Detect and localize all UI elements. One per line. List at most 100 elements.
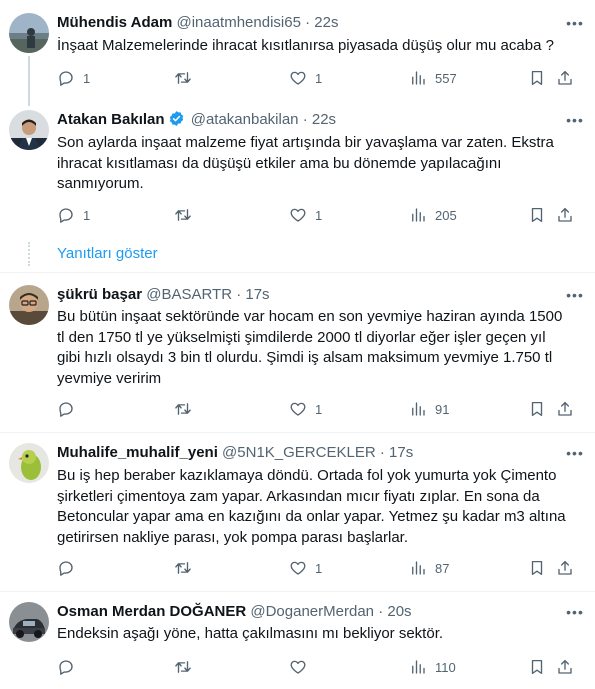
tweet-header: Atakan Bakılan @atakanbakilan · 22s — [57, 110, 581, 130]
share-button[interactable] — [556, 558, 574, 578]
views-count: 91 — [435, 401, 450, 417]
share-icon — [558, 560, 572, 575]
reply-button[interactable]: 1 — [57, 68, 90, 88]
bookmark-button[interactable] — [528, 657, 546, 677]
tweet[interactable]: Atakan Bakılan @atakanbakilan · 22s ••• … — [0, 98, 595, 238]
author-name[interactable]: Osman Merdan DOĞANER — [57, 603, 246, 620]
avatar[interactable] — [9, 110, 49, 150]
more-options-icon[interactable]: ••• — [565, 443, 585, 463]
tweet-actions: 1 87 — [57, 558, 577, 578]
views-button[interactable]: 91 — [409, 399, 449, 419]
reply-button[interactable]: 1 — [57, 205, 90, 225]
retweet-button[interactable] — [174, 205, 200, 225]
separator-dot: · — [302, 111, 308, 128]
bookmark-button[interactable] — [528, 205, 546, 225]
share-icon — [558, 70, 572, 85]
author-handle[interactable]: @inaatmhendisi65 — [176, 14, 300, 31]
like-button[interactable]: 1 — [289, 205, 322, 225]
bookmark-icon — [531, 659, 543, 675]
avatar[interactable] — [9, 13, 49, 53]
views-count: 87 — [435, 560, 450, 576]
separator-dot: · — [236, 286, 242, 303]
tweet[interactable]: Muhalife_muhalif_yeni @5N1K_GERCEKLER · … — [0, 433, 595, 591]
tweet-header: Osman Merdan DOĞANER @DoganerMerdan · 20… — [57, 602, 581, 622]
bookmark-button[interactable] — [528, 558, 546, 578]
timestamp[interactable]: 22s — [314, 14, 338, 31]
tweet-actions: 1 1 557 — [57, 68, 577, 88]
like-count: 1 — [315, 401, 323, 417]
author-name[interactable]: Atakan Bakılan — [57, 111, 165, 128]
bookmark-icon — [531, 70, 543, 86]
retweet-icon — [175, 72, 191, 84]
tweet-text: Son aylarda inşaat malzeme fiyat artışın… — [57, 134, 554, 192]
reply-icon — [59, 208, 73, 223]
tweet-header: şükrü başar @BASARTR · 17s — [57, 285, 581, 305]
tweet-text: İnşaat Malzemelerinde ihracat kısıtlanır… — [57, 37, 554, 54]
views-button[interactable]: 87 — [409, 558, 449, 578]
retweet-button[interactable] — [174, 399, 200, 419]
reply-button[interactable] — [57, 657, 83, 677]
avatar[interactable] — [9, 285, 49, 325]
share-button[interactable] — [556, 205, 574, 225]
thread-dotted-connector — [28, 242, 30, 266]
share-icon — [558, 401, 572, 416]
more-options-icon[interactable]: ••• — [565, 285, 585, 305]
analytics-icon — [412, 208, 425, 222]
show-replies-link[interactable]: Yanıtları göster — [57, 244, 158, 264]
timestamp[interactable]: 20s — [387, 603, 411, 620]
reply-button[interactable] — [57, 399, 83, 419]
views-count: 557 — [435, 70, 457, 86]
like-button[interactable]: 1 — [289, 558, 322, 578]
retweet-icon — [175, 562, 191, 574]
reply-count: 1 — [83, 70, 91, 86]
avatar[interactable] — [9, 602, 49, 642]
share-button[interactable] — [556, 657, 574, 677]
tweet-header: Mühendis Adam @inaatmhendisi65 · 22s — [57, 13, 581, 33]
separator-dot: · — [379, 444, 385, 461]
reply-icon — [59, 561, 73, 576]
bookmark-button[interactable] — [528, 68, 546, 88]
author-handle[interactable]: @DoganerMerdan — [250, 603, 374, 620]
analytics-icon — [412, 660, 425, 674]
heart-icon — [290, 561, 306, 575]
tweet[interactable]: Mühendis Adam @inaatmhendisi65 · 22s •••… — [0, 0, 595, 106]
reply-icon — [59, 660, 73, 675]
retweet-icon — [175, 209, 191, 221]
bookmark-button[interactable] — [528, 399, 546, 419]
like-button[interactable]: 1 — [289, 399, 322, 419]
heart-icon — [290, 402, 306, 416]
author-name[interactable]: şükrü başar — [57, 286, 142, 303]
reply-icon — [59, 402, 73, 417]
author-handle[interactable]: @atakanbakilan — [191, 111, 299, 128]
retweet-button[interactable] — [174, 558, 200, 578]
views-button[interactable]: 557 — [409, 68, 457, 88]
like-button[interactable]: 1 — [289, 68, 322, 88]
views-button[interactable]: 205 — [409, 205, 457, 225]
views-button[interactable]: 110 — [409, 657, 456, 677]
share-button[interactable] — [556, 399, 574, 419]
author-name[interactable]: Mühendis Adam — [57, 14, 172, 31]
timestamp[interactable]: 22s — [312, 111, 336, 128]
tweet[interactable]: şükrü başar @BASARTR · 17s ••• Bu bütün … — [0, 273, 595, 433]
tweet-text: Bu iş hep beraber kazıklamaya döndü. Ort… — [57, 467, 566, 546]
author-name[interactable]: Muhalife_muhalif_yeni — [57, 444, 218, 461]
more-options-icon[interactable]: ••• — [565, 602, 585, 622]
share-button[interactable] — [556, 68, 574, 88]
more-options-icon[interactable]: ••• — [565, 13, 585, 33]
author-handle[interactable]: @5N1K_GERCEKLER — [222, 444, 376, 461]
like-button[interactable] — [289, 657, 315, 677]
retweet-button[interactable] — [174, 68, 200, 88]
heart-icon — [290, 71, 306, 85]
author-handle[interactable]: @BASARTR — [146, 286, 232, 303]
reply-count: 1 — [83, 207, 91, 223]
avatar[interactable] — [9, 443, 49, 483]
more-options-icon[interactable]: ••• — [565, 110, 585, 130]
views-count: 110 — [435, 659, 456, 675]
heart-icon — [290, 208, 306, 222]
timestamp[interactable]: 17s — [245, 286, 269, 303]
retweet-button[interactable] — [174, 657, 200, 677]
reply-button[interactable] — [57, 558, 83, 578]
timestamp[interactable]: 17s — [389, 444, 413, 461]
tweet-actions: 110 — [57, 657, 577, 677]
tweet[interactable]: Osman Merdan DOĞANER @DoganerMerdan · 20… — [0, 592, 595, 689]
